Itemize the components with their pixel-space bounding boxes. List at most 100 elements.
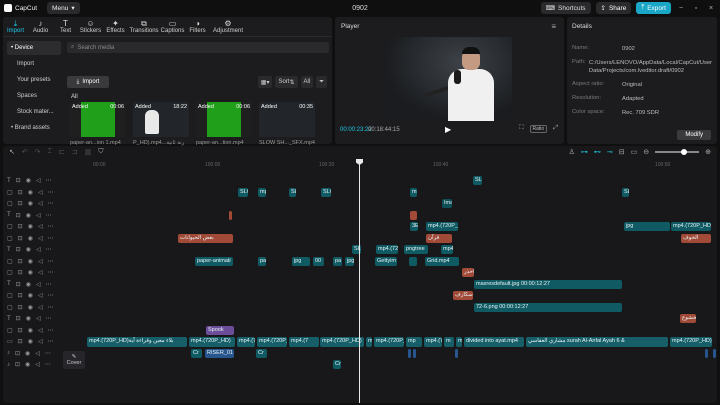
timeline-clip[interactable]: mp4.(720P_HD) bbox=[189, 337, 235, 347]
timeline-clip[interactable]: احذر bbox=[462, 268, 474, 277]
thumbnail-image[interactable]: Added 00:06 bbox=[70, 102, 126, 137]
menu-button[interactable]: Menu ▾ bbox=[47, 2, 80, 14]
timeline-clip[interactable]: الخشوع bbox=[680, 314, 696, 323]
timeline-clip[interactable]: Cr bbox=[256, 348, 267, 358]
close-icon[interactable]: × bbox=[706, 5, 716, 12]
fit-screen-icon[interactable]: ⛶ bbox=[519, 125, 523, 133]
timeline-clip[interactable]: 3E bbox=[410, 222, 418, 231]
timeline-clip[interactable]: mp4.(720P_HD) bbox=[320, 337, 364, 347]
sidebar-item-1[interactable]: Import bbox=[7, 57, 61, 71]
timeline-clip[interactable]: pa bbox=[333, 256, 342, 266]
play-icon[interactable]: ▶ bbox=[445, 125, 451, 134]
timeline-clip[interactable] bbox=[455, 348, 458, 358]
timeline-clip[interactable]: mp4.(720P_HD) bbox=[257, 337, 287, 347]
tab-transitions[interactable]: ⧉ Transitions bbox=[128, 17, 160, 36]
fullscreen-icon[interactable]: ⤢ bbox=[553, 125, 558, 133]
timeline-clip[interactable]: 72-6.png 00:00:12:27 bbox=[474, 302, 622, 312]
thumbnail-image[interactable]: Added 00:35 bbox=[259, 102, 315, 137]
timeline-clip[interactable]: mp4.(720P_HD)بلاء معين وقراءة آية bbox=[87, 337, 187, 347]
thumbnail-image[interactable]: Added 18:22 bbox=[133, 102, 189, 137]
tab-import[interactable]: ⤓ Import bbox=[3, 17, 28, 36]
timeline-clip[interactable]: m bbox=[444, 337, 454, 347]
timeline-clip[interactable]: mp4 bbox=[441, 245, 453, 254]
thumbnail-image[interactable]: Added 00:06 bbox=[196, 102, 252, 137]
timeline-clip[interactable]: jpg bbox=[292, 256, 310, 266]
timeline-clip[interactable]: سكارف bbox=[453, 291, 473, 300]
timeline-clip[interactable] bbox=[410, 210, 417, 220]
timeline-clip[interactable]: RISER_01 bbox=[205, 348, 234, 358]
timeline-clip[interactable] bbox=[713, 348, 716, 358]
timeline-clip[interactable]: mp bbox=[456, 337, 462, 347]
media-thumbnail[interactable]: Added 00:06 paper-an...tion.mp4 bbox=[196, 102, 252, 146]
minimize-icon[interactable]: − bbox=[676, 5, 686, 12]
timeline-clip[interactable]: mp4.(720P_HD) bbox=[670, 337, 712, 347]
timeline-clip[interactable]: mp4.(720P_ bbox=[374, 337, 404, 347]
player-menu-icon[interactable]: ≡ bbox=[551, 22, 556, 31]
timeline-clip[interactable]: mp4.(720P_HD). bbox=[426, 222, 458, 231]
video-preview[interactable] bbox=[384, 37, 512, 121]
playhead[interactable] bbox=[359, 160, 360, 403]
timeline-clip[interactable]: SLC bbox=[321, 187, 331, 197]
tab-text[interactable]: T Text bbox=[53, 17, 78, 36]
timeline-clip[interactable]: mp bbox=[406, 337, 422, 347]
sort-button[interactable]: Sort ⇅ bbox=[275, 76, 298, 88]
sidebar-item-2[interactable]: Your presets bbox=[7, 73, 61, 87]
search-input[interactable]: ⌕ Search media bbox=[67, 42, 329, 53]
timeline-clip[interactable]: Grid.mp4 bbox=[425, 256, 459, 266]
timeline-clip[interactable]: jpg bbox=[345, 256, 354, 266]
timeline-clip[interactable]: jpg bbox=[624, 222, 670, 231]
tab-filters[interactable]: ◑ Filters bbox=[185, 17, 210, 36]
timeline-clip[interactable]: Spook bbox=[206, 325, 234, 335]
timeline-clip[interactable]: mp4.(7 bbox=[289, 337, 319, 347]
filter-icon[interactable]: ⏷ bbox=[316, 76, 327, 88]
timeline-clip[interactable]: الخوف bbox=[681, 233, 711, 243]
timeline-clip[interactable]: mp bbox=[366, 337, 372, 347]
timeline-clip[interactable]: SL bbox=[622, 187, 629, 197]
tab-stickers[interactable]: ☺ Stickers bbox=[78, 17, 103, 36]
ratio-button[interactable]: Ratio bbox=[529, 125, 548, 133]
timeline-clip[interactable] bbox=[408, 348, 411, 358]
timeline-clip[interactable]: Ima bbox=[442, 199, 452, 208]
timeline-clip[interactable]: mp4.(720 bbox=[376, 245, 398, 254]
timeline-clip[interactable]: قرآن bbox=[426, 233, 452, 243]
timeline-clip[interactable] bbox=[705, 348, 708, 358]
view-mode-button[interactable]: ▦▾ bbox=[257, 76, 273, 88]
timeline-clip[interactable]: Cr bbox=[333, 360, 341, 369]
timeline-clip[interactable]: SL bbox=[473, 176, 482, 185]
sidebar-item-0[interactable]: • Device bbox=[7, 41, 61, 55]
timeline-clip[interactable]: mp4.(7 bbox=[237, 337, 255, 347]
timeline-clip[interactable]: maxresdefault.jpg 00:00:12:27 bbox=[474, 279, 622, 289]
media-thumbnail[interactable]: Added 18:22 P_HD).mp4...رنة ثانية bbox=[133, 102, 189, 146]
timeline-clip[interactable]: mp bbox=[410, 187, 417, 197]
timeline-clip[interactable] bbox=[413, 348, 416, 358]
timeline-clip[interactable]: مشاري العفاسي surah Al-Anfal Ayah 6 & bbox=[526, 337, 668, 347]
timeline-clip[interactable]: paper-animati bbox=[195, 256, 233, 266]
media-thumbnail[interactable]: Added 00:35 SLOW SH..._SFX.mp4 bbox=[259, 102, 315, 146]
timeline-clip[interactable]: 00 bbox=[313, 256, 324, 266]
filter-all-button[interactable]: All bbox=[300, 76, 314, 88]
timeline-clip[interactable] bbox=[229, 210, 232, 220]
share-button[interactable]: ⇪ Share bbox=[595, 2, 632, 14]
sidebar-item-4[interactable]: Stock mater... bbox=[7, 105, 61, 119]
tab-adjustment[interactable]: ⚙ Adjustment bbox=[210, 17, 246, 36]
timeline-clip[interactable]: mp4.(720P_HD) bbox=[671, 222, 711, 231]
tab-audio[interactable]: ♪ Audio bbox=[28, 17, 53, 36]
timeline-clip[interactable]: SL bbox=[289, 187, 296, 197]
timeline-clip[interactable]: mp4.(7 bbox=[424, 337, 442, 347]
timeline-clip[interactable]: divided into ayat.mp4 bbox=[464, 337, 524, 347]
media-thumbnail[interactable]: Added 00:06 paper-an...ion 1.mp4 bbox=[70, 102, 126, 146]
import-button[interactable]: ⤓ Import bbox=[67, 76, 109, 88]
timeline-clip[interactable]: Gettyim bbox=[375, 256, 397, 266]
export-button[interactable]: ⤒ Export bbox=[636, 2, 671, 14]
sidebar-item-3[interactable]: Spaces bbox=[7, 89, 61, 103]
maximize-icon[interactable]: ▫ bbox=[691, 5, 701, 12]
modify-button[interactable]: Modify bbox=[677, 130, 711, 140]
tab-captions[interactable]: ▭ Captions bbox=[160, 17, 185, 36]
timeline-clip[interactable] bbox=[409, 256, 417, 266]
timeline-clip[interactable]: بعض الحيوانات bbox=[178, 233, 233, 243]
timeline-clip[interactable]: mp bbox=[258, 187, 266, 197]
timeline-clip[interactable]: pngtree bbox=[404, 245, 428, 254]
tab-effects[interactable]: ✦ Effects bbox=[103, 17, 128, 36]
timeline-clip[interactable]: pa bbox=[258, 256, 266, 266]
shortcuts-button[interactable]: ⌨ Shortcuts bbox=[540, 2, 591, 14]
